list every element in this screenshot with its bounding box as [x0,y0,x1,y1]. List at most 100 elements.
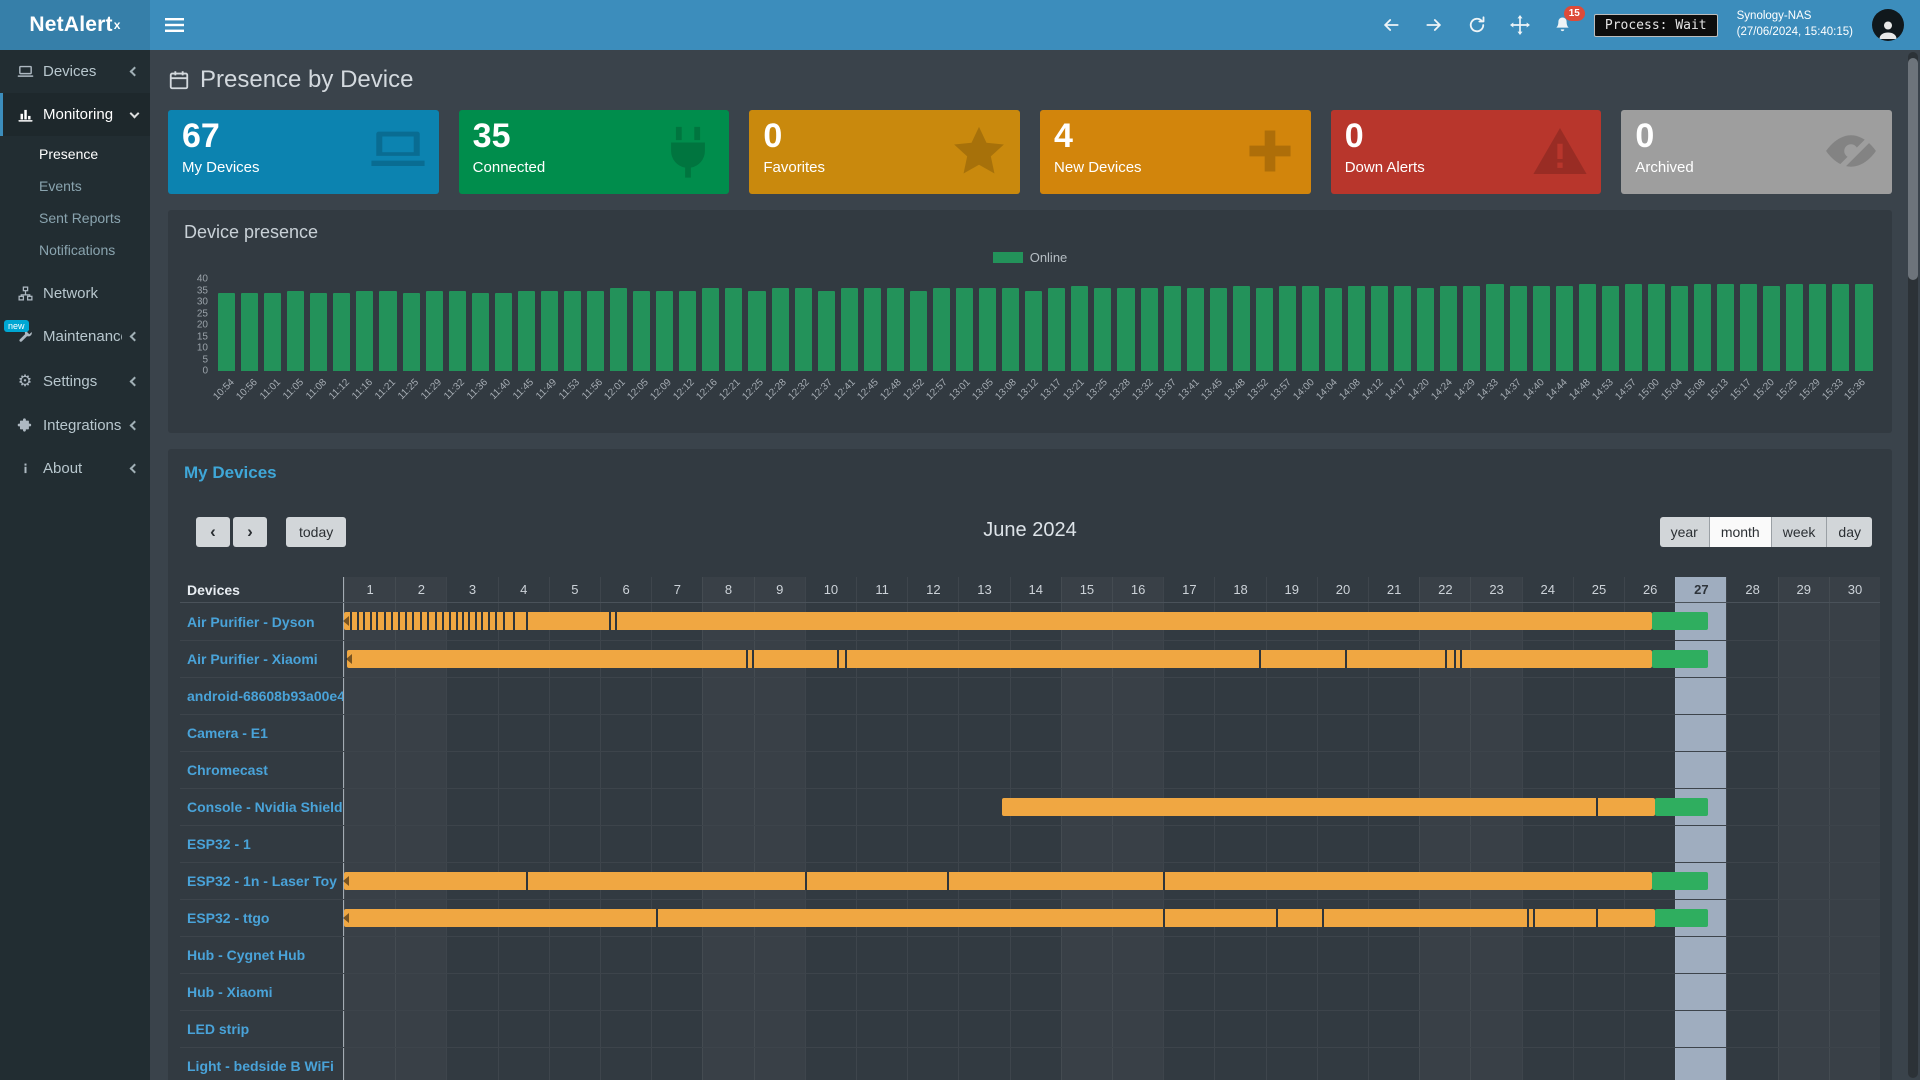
presence-event-bar-history[interactable] [344,612,1652,630]
sidebar-subitem-events[interactable]: Events [0,170,150,202]
sidebar-item-about[interactable]: About [0,447,150,490]
device-name-link[interactable]: LED strip [180,1011,344,1047]
calendar-day-cell [651,826,702,862]
sidebar-item-maintenance[interactable]: new Maintenance [0,315,150,358]
presence-event-bar-online[interactable] [1652,650,1708,668]
presence-gap [462,612,464,630]
stat-card-favorites[interactable]: 0 Favorites [749,110,1020,194]
device-name-link[interactable]: Light - bedside B WiFi [180,1048,344,1080]
device-name-link[interactable]: ESP32 - ttgo [180,900,344,936]
calendar-day-cell [907,678,958,714]
presence-gap [384,612,386,630]
presence-bar [1002,288,1019,371]
stat-card-new-devices[interactable]: 4 New Devices [1040,110,1311,194]
calendar-day-cell [1419,826,1470,862]
presence-event-bar-online[interactable] [1655,798,1709,816]
forward-button[interactable] [1422,13,1446,37]
chart-legend[interactable]: Online [184,249,1876,265]
stat-card-down-alerts[interactable]: 0 Down Alerts [1331,110,1602,194]
chevron-left-icon [130,464,140,474]
x-tick-label: 13:08 [993,377,1018,402]
device-name-link[interactable]: Air Purifier - Dyson [180,603,344,640]
calendar-day-cell [600,789,651,825]
sidebar-item-devices[interactable]: Devices [0,50,150,93]
device-name-link[interactable]: android-68608b93a00e4 [180,678,344,714]
x-tick-label: 12:57 [924,377,949,402]
calendar-day-cell [1778,863,1829,899]
calendar-day-cell [600,715,651,751]
device-name-link[interactable]: Hub - Xiaomi [180,974,344,1010]
info-icon [16,460,34,477]
presence-bar [1164,286,1181,371]
device-timeline-grid [344,1011,1880,1047]
main-scrollbar-thumb[interactable] [1908,58,1918,280]
sidebar-item-integrations[interactable]: Integrations [0,404,150,447]
sidebar-toggle-button[interactable] [150,0,198,50]
device-name-link[interactable]: Air Purifier - Xiaomi [180,641,344,677]
presence-event-bar-history[interactable] [344,909,1655,927]
device-name-link[interactable]: ESP32 - 1 [180,826,344,862]
sidebar-item-settings[interactable]: ⚙ Settings [0,358,150,404]
sidebar-item-network[interactable]: Network [0,272,150,315]
x-tick-label: 14:04 [1314,377,1339,402]
calendar-day-cell [1624,715,1675,751]
x-tick-label: 13:45 [1200,377,1225,402]
x-tick-label: 14:48 [1567,377,1592,402]
presence-event-bar-history[interactable] [347,650,1653,668]
calendar-day-cell [344,678,395,714]
today-button[interactable]: today [286,517,346,547]
calendar-day-cell [1470,678,1521,714]
presence-bar [241,293,258,371]
device-name-link[interactable]: ESP32 - 1n - Laser Toy [180,863,344,899]
sidebar-subitem-notifications[interactable]: Notifications [0,234,150,266]
stat-card-connected[interactable]: 35 Connected [459,110,730,194]
calendar-day-cell [1675,678,1726,714]
view-week-button[interactable]: week [1772,517,1828,547]
sidebar-subitem-presence[interactable]: Presence [0,138,150,170]
device-name-link[interactable]: Camera - E1 [180,715,344,751]
calendar-day-cell [1624,1011,1675,1047]
x-tick-label: 11:45 [511,377,536,402]
app-logo[interactable]: NetAlertx [0,0,150,50]
calendar-day-cell [1624,826,1675,862]
refresh-button[interactable] [1465,13,1489,37]
main-scrollbar-track[interactable] [1908,52,1918,1078]
calendar-day-cell [1829,974,1880,1010]
view-year-button[interactable]: year [1660,517,1710,547]
x-tick-label: 11:49 [534,377,559,402]
user-avatar[interactable] [1872,9,1904,41]
presence-event-bar-history[interactable] [1002,798,1655,816]
stat-card-archived[interactable]: 0 Archived [1621,110,1892,194]
device-name-link[interactable]: Chromecast [180,752,344,788]
view-day-button[interactable]: day [1827,517,1872,547]
x-tick-label: 15:20 [1751,377,1776,402]
prev-button[interactable]: ‹ [196,517,230,547]
move-button[interactable] [1508,13,1532,37]
next-button[interactable]: › [233,517,267,547]
device-name-link[interactable]: Console - Nvidia Shield T [180,789,344,825]
sidebar-item-monitoring[interactable]: Monitoring [0,93,150,136]
x-tick-label: 15:00 [1636,377,1661,402]
presence-event-bar-history[interactable] [344,872,1652,890]
calendar-day-cell [549,715,600,751]
calendar-day-cell [1470,752,1521,788]
calendar-day-cell [1214,678,1265,714]
calendar-day-cell [498,1011,549,1047]
device-name-link[interactable]: Hub - Cygnet Hub [180,937,344,973]
view-month-button[interactable]: month [1710,517,1772,547]
back-button[interactable] [1379,13,1403,37]
calendar-day-cell [754,937,805,973]
stat-card-my-devices[interactable]: 67 My Devices [168,110,439,194]
notifications-button[interactable]: 15 [1551,13,1575,37]
presence-event-bar-online[interactable] [1652,612,1708,630]
presence-event-bar-online[interactable] [1652,872,1708,890]
calendar-day-cell [1266,752,1317,788]
calendar-day-cell [1522,1011,1573,1047]
sidebar-subitem-sent-reports[interactable]: Sent Reports [0,202,150,234]
legend-swatch-online [993,252,1023,263]
process-status[interactable]: Process: Wait [1594,14,1718,37]
calendar-day-cell [395,974,446,1010]
presence-event-bar-online[interactable] [1655,909,1709,927]
sidebar-item-label: About [43,460,122,477]
calendar-day-header: 5 [549,577,600,602]
